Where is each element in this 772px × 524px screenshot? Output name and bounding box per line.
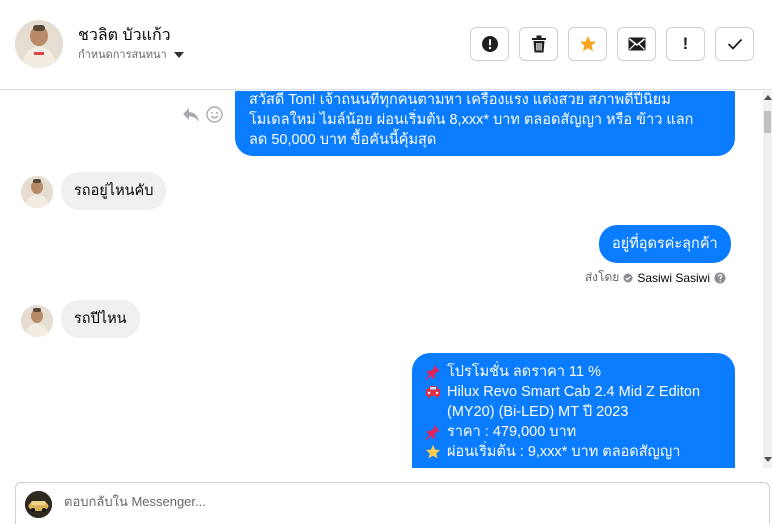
message-bubble-incoming[interactable]: รถอยู่ไหนคับ [61,172,167,210]
smiley-icon[interactable] [206,106,223,123]
assign-label: กำหนดการสนทนา [78,49,167,61]
message-text: รถอยู่ไหนคับ [74,183,154,199]
trash-icon [531,35,546,53]
message-text: อยู่ที่อุดรค่ะลุกค้า [612,236,718,252]
star-icon [425,442,441,462]
message-line: ราคา : 479,000 บาท [425,422,722,442]
message-thread[interactable]: สวัสดี Ton! เจ้าถนนที่ทุกคนตามหา เครื่อง… [0,91,762,468]
message-line: โปรโมชั่น ลดราคา 11 % [425,362,722,382]
exclamation-circle-icon [481,36,498,52]
follow-up-button[interactable]: ! [666,27,705,61]
message-text: โปรโมชั่น ลดราคา 11 % [447,364,601,380]
thread-scrollbar[interactable] [763,91,772,468]
scroll-up-icon[interactable] [764,95,772,100]
message-text: Hilux Revo Smart Cab 2.4 Mid Z Editon [447,384,701,400]
page-avatar [25,491,52,518]
envelope-icon [628,37,645,51]
star-icon [579,36,596,52]
contact-avatar-small[interactable] [21,305,53,337]
reply-input[interactable] [64,494,754,509]
report-spam-button[interactable] [470,27,509,61]
verified-icon [623,273,633,282]
sent-by-agent[interactable]: Sasiwi Sasiwi [637,271,710,285]
message-tools [182,106,223,123]
message-text: ราคา : 479,000 บาท [447,424,577,440]
message-text: โมเดลใหม่ ไมล์น้อย ผ่อนเริ่มต้น 8,xxx* บ… [249,112,694,128]
pushpin-icon [425,362,441,382]
message-line: ผ่อนเริ่มต้น : 9,xxx* บาท ตลอดสัญญา [425,442,722,462]
caret-down-icon [173,51,184,58]
message-bubble-outgoing[interactable]: สวัสดี Ton! เจ้าถนนที่ทุกคนตามหา เครื่อง… [235,91,735,156]
mark-unread-button[interactable] [617,27,656,61]
message-text: ผ่อนเริ่มต้น : 9,xxx* บาท ตลอดสัญญา [447,444,681,460]
message-line: Hilux Revo Smart Cab 2.4 Mid Z Editon [425,382,722,402]
conversation-header: ชวลิต บัวแก้ว กำหนดการสนทนา ! [0,0,772,90]
scrollbar-thumb[interactable] [764,111,771,133]
message-text: ลด 50,000 บาท ขื้อคันนี้คุ้มสุด [249,132,437,148]
message-line: (MY20) (Bi-LED) MT ปี 2023 [425,402,722,422]
star-button[interactable] [568,27,607,61]
sent-by-prefix: ส่งโดย [584,270,620,284]
message-text: รถปีไหน [74,311,127,327]
assign-conversation-dropdown[interactable]: กำหนดการสนทนา [78,45,184,63]
pushpin-icon [425,422,441,442]
sent-by-label: ส่งโดย Sasiwi Sasiwi [585,268,726,287]
message-bubble-outgoing[interactable]: อยู่ที่อุดรค่ะลุกค้า [599,225,731,263]
mark-done-button[interactable] [715,27,754,61]
contact-avatar[interactable] [15,20,63,68]
reply-icon[interactable] [182,107,200,123]
exclamation-icon: ! [682,34,689,53]
message-bubble-incoming[interactable]: รถปีไหน [61,300,140,338]
header-actions: ! [470,27,754,61]
help-icon[interactable] [714,272,726,284]
scroll-down-icon[interactable] [764,457,772,462]
car-icon [425,382,441,402]
message-bubble-outgoing[interactable]: โปรโมชั่น ลดราคา 11 % Hilux Revo Smart C… [412,353,735,468]
contact-avatar-small[interactable] [21,176,53,208]
delete-button[interactable] [519,27,558,61]
checkmark-icon [727,38,742,50]
reply-composer [15,482,770,524]
message-text: สวัสดี Ton! เจ้าถนนที่ทุกคนตามหา เครื่อง… [249,92,671,108]
message-text: (MY20) (Bi-LED) MT ปี 2023 [447,404,629,420]
